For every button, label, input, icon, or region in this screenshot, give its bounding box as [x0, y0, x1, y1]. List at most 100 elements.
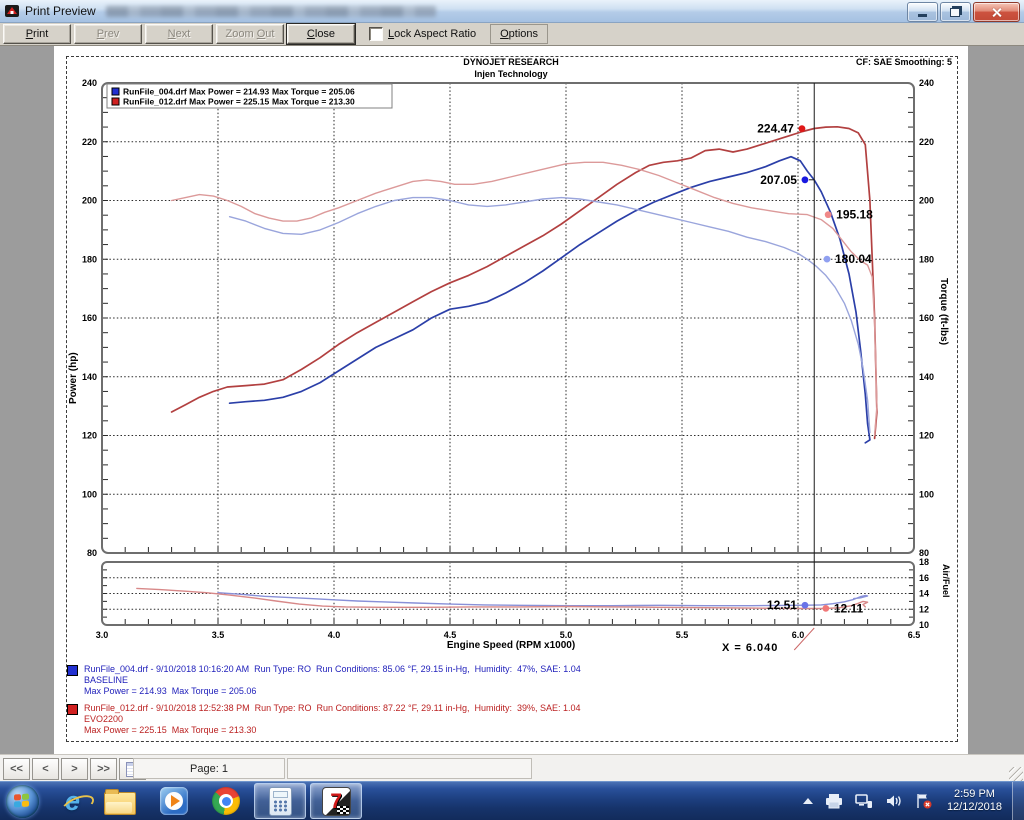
- marker-label: 207.05: [760, 173, 797, 187]
- svg-text:6.0: 6.0: [792, 630, 805, 640]
- svg-text:3.0: 3.0: [96, 630, 109, 640]
- run-max-values: Max Power = 214.93 Max Torque = 205.06: [84, 686, 581, 697]
- svg-text:200: 200: [919, 196, 934, 206]
- svg-text:6.5: 6.5: [908, 630, 921, 640]
- svg-text:18: 18: [919, 557, 929, 567]
- marker-dot: [822, 605, 829, 612]
- close-button[interactable]: Close: [287, 24, 355, 44]
- engine-speed-axis-label: Engine Speed (RPM x1000): [54, 640, 968, 651]
- windows-explorer-icon[interactable]: [104, 792, 136, 815]
- start-button[interactable]: [6, 785, 39, 818]
- close-window-button[interactable]: [973, 2, 1020, 22]
- series-RunFile_004 Power: [230, 157, 870, 443]
- window-title: Print Preview: [25, 4, 96, 18]
- lock-aspect-ratio-checkbox[interactable]: Lock Aspect Ratio: [369, 27, 476, 41]
- marker-label: 195.18: [836, 208, 873, 222]
- preview-statusbar: << < > >> Page: 1: [0, 754, 1024, 782]
- dynojet-app-icon: [4, 3, 20, 19]
- close-icon: [991, 7, 1002, 18]
- svg-text:180: 180: [82, 254, 97, 264]
- printer-tray-icon[interactable]: [825, 793, 843, 809]
- svg-text:200: 200: [82, 196, 97, 206]
- print-preview-page: DYNOJET RESEARCH Injen Technology CF: SA…: [54, 46, 968, 754]
- zoom-out-button[interactable]: Zoom Out: [216, 24, 284, 44]
- svg-text:100: 100: [919, 489, 934, 499]
- series-RunFile_012 Torque: [172, 162, 877, 435]
- cursor-x-label: X = 6.040: [722, 642, 778, 654]
- svg-text:140: 140: [82, 372, 97, 382]
- run-max-values: Max Power = 225.15 Max Torque = 213.30: [84, 725, 581, 736]
- media-player-icon[interactable]: [160, 787, 188, 815]
- svg-text:120: 120: [919, 431, 934, 441]
- winpep7-taskbar-button[interactable]: 7: [310, 783, 362, 819]
- svg-text:220: 220: [82, 137, 97, 147]
- torque-axis-label: Torque (ft-lbs): [938, 278, 949, 408]
- svg-text:240: 240: [82, 78, 97, 88]
- internet-explorer-icon[interactable]: e: [65, 787, 80, 815]
- prev-button[interactable]: Prev: [74, 24, 142, 44]
- run-label: BASELINE: [84, 675, 581, 686]
- svg-text:4.0: 4.0: [328, 630, 341, 640]
- marker-label: 180.04: [835, 252, 872, 266]
- lock-aspect-ratio-label: Lock Aspect Ratio: [388, 28, 476, 40]
- chrome-icon[interactable]: [212, 787, 240, 815]
- legend-text: RunFile_004.drf Max Power = 214.93: [123, 87, 269, 97]
- resize-grip[interactable]: [1009, 767, 1023, 781]
- marker-dot: [824, 256, 831, 263]
- marker-dot: [825, 211, 832, 218]
- next-button[interactable]: Next: [145, 24, 213, 44]
- legend-swatch: [112, 88, 119, 95]
- page-indicator: Page: 1: [133, 758, 285, 779]
- redacted-title-text: [106, 6, 436, 17]
- print-button[interactable]: Print: [3, 24, 71, 44]
- svg-text:160: 160: [82, 313, 97, 323]
- run-label: EVO2200: [84, 714, 581, 725]
- run-color-swatch: [67, 665, 78, 676]
- tray-expand-button[interactable]: [803, 798, 813, 804]
- marker-dot: [802, 602, 809, 609]
- calculator-taskbar-button[interactable]: [254, 783, 306, 819]
- svg-text:80: 80: [87, 548, 97, 558]
- svg-text:120: 120: [82, 431, 97, 441]
- volume-tray-icon[interactable]: [885, 793, 903, 809]
- airfuel-axis-label: Air/Fuel: [941, 564, 951, 628]
- network-tray-icon[interactable]: [855, 793, 873, 809]
- svg-text:220: 220: [919, 137, 934, 147]
- svg-text:14: 14: [919, 589, 929, 599]
- svg-text:5.0: 5.0: [560, 630, 573, 640]
- window-titlebar[interactable]: Print Preview: [0, 0, 1024, 23]
- run-info-entry: RunFile_004.drf - 9/10/2018 10:16:20 AM …: [67, 664, 581, 697]
- run-color-swatch: [67, 704, 78, 715]
- taskbar-clock[interactable]: 2:59 PM 12/12/2018: [947, 788, 1002, 814]
- svg-text:16: 16: [919, 573, 929, 583]
- clock-date: 12/12/2018: [947, 801, 1002, 814]
- marker-label: 12.11: [834, 601, 864, 615]
- svg-text:160: 160: [919, 313, 934, 323]
- checkbox-box[interactable]: [369, 27, 383, 41]
- legend-swatch: [112, 98, 119, 105]
- calculator-icon: [269, 787, 292, 816]
- svg-text:100: 100: [82, 489, 97, 499]
- options-button[interactable]: Options: [490, 24, 548, 44]
- chevron-up-icon: [803, 798, 813, 804]
- marker-dot: [802, 176, 809, 183]
- windows-taskbar: e 7 2:59 PM 12/12/2018: [0, 781, 1024, 820]
- run-details: RunFile_012.drf - 9/10/2018 12:52:38 PM …: [84, 703, 581, 714]
- restore-button[interactable]: [940, 2, 971, 22]
- windows-flag-icon: [14, 793, 30, 809]
- minimize-button[interactable]: [907, 2, 938, 22]
- show-desktop-button[interactable]: [1012, 782, 1024, 820]
- previous-page-button[interactable]: <: [32, 758, 59, 780]
- svg-text:10: 10: [919, 620, 929, 630]
- winpep7-icon: 7: [322, 787, 351, 816]
- statusbar-panel: [287, 758, 532, 779]
- next-page-button[interactable]: >: [61, 758, 88, 780]
- run-info-entry: RunFile_012.drf - 9/10/2018 12:52:38 PM …: [67, 703, 581, 736]
- first-page-button[interactable]: <<: [3, 758, 30, 780]
- legend-torque: Max Torque = 205.06: [272, 87, 355, 97]
- last-page-button[interactable]: >>: [90, 758, 117, 780]
- legend-torque: Max Torque = 213.30: [272, 97, 355, 107]
- clock-time: 2:59 PM: [947, 788, 1002, 801]
- svg-text:3.5: 3.5: [212, 630, 225, 640]
- action-center-flag-icon[interactable]: [915, 793, 933, 809]
